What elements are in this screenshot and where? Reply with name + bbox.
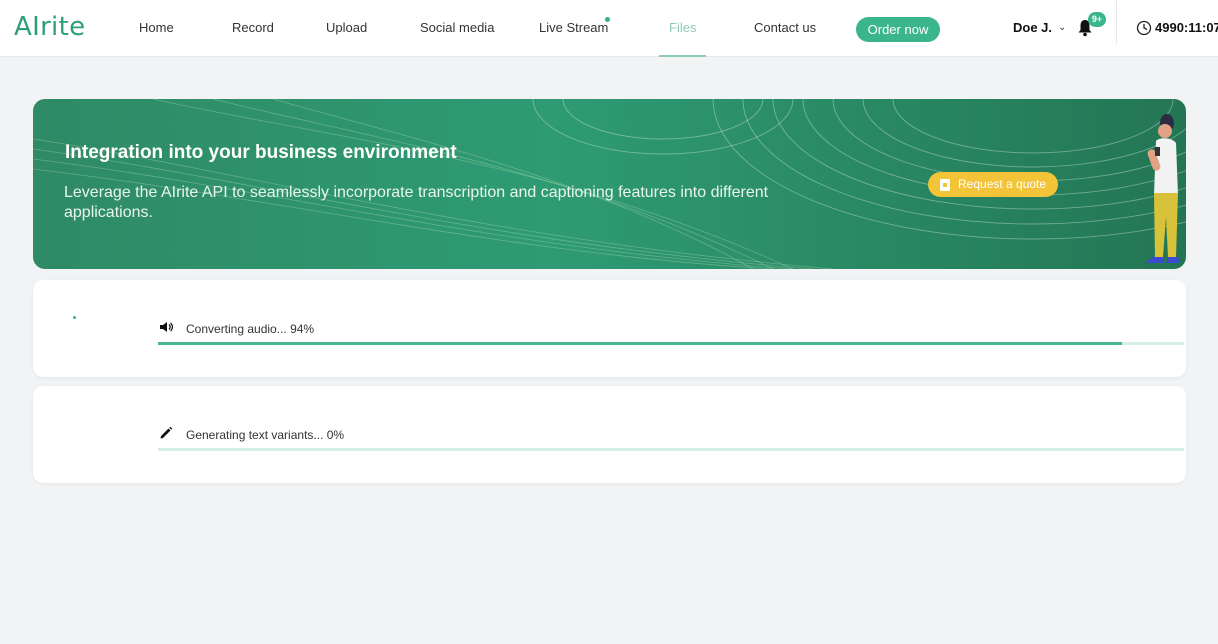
order-now-button[interactable]: Order now bbox=[856, 17, 940, 42]
top-navigation: AIrite Home Record Upload Social media L… bbox=[0, 0, 1218, 57]
nav-social-media[interactable]: Social media bbox=[420, 20, 494, 35]
progress-label: Converting audio... 94% bbox=[186, 322, 315, 336]
progress-fill bbox=[158, 342, 1123, 345]
progress-label: Generating text variants... 0% bbox=[186, 428, 345, 442]
speaker-icon bbox=[160, 322, 173, 332]
airite-logo[interactable]: AIrite bbox=[14, 12, 85, 42]
pencil-icon bbox=[160, 426, 173, 439]
active-tab-underline bbox=[659, 55, 706, 57]
clock-icon bbox=[1136, 20, 1152, 36]
progress-card-audio: Converting audio... 94% bbox=[33, 280, 1186, 377]
divider bbox=[1116, 0, 1117, 44]
request-quote-button[interactable]: Request a quote bbox=[928, 172, 1058, 197]
nav-contact-us[interactable]: Contact us bbox=[754, 20, 816, 35]
nav-upload[interactable]: Upload bbox=[326, 20, 367, 35]
chevron-down-icon[interactable]: ⌄ bbox=[1058, 22, 1066, 33]
document-icon bbox=[940, 179, 950, 191]
nav-record[interactable]: Record bbox=[232, 20, 274, 35]
progress-track bbox=[158, 342, 1184, 345]
live-indicator-dot bbox=[605, 17, 610, 22]
integration-banner: Integration into your business environme… bbox=[33, 99, 1186, 269]
nav-files[interactable]: Files bbox=[669, 20, 696, 35]
nav-home[interactable]: Home bbox=[139, 20, 174, 35]
user-menu[interactable]: Doe J. bbox=[1013, 20, 1052, 35]
status-dot bbox=[73, 316, 76, 319]
notification-badge: 9+ bbox=[1088, 12, 1106, 27]
progress-track bbox=[158, 448, 1184, 451]
request-quote-label: Request a quote bbox=[958, 177, 1047, 191]
nav-live-stream[interactable]: Live Stream bbox=[539, 20, 608, 35]
person-illustration bbox=[1146, 114, 1180, 263]
timer-readout: 4990:11:07 bbox=[1155, 20, 1218, 35]
banner-description: Leverage the AIrite API to seamlessly in… bbox=[64, 184, 769, 221]
banner-title: Integration into your business environme… bbox=[65, 142, 457, 163]
progress-card-text: Generating text variants... 0% bbox=[33, 386, 1186, 483]
